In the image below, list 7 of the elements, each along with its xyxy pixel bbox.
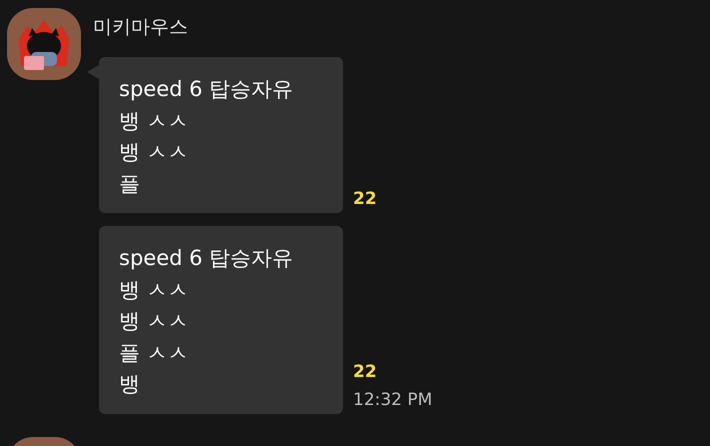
character-avatar-icon bbox=[7, 8, 81, 80]
sender-name: 미키마우스 bbox=[93, 15, 189, 40]
unread-count: 22 bbox=[353, 188, 377, 211]
message-bubble: speed 6 탑승자유 뱅 ㅅㅅ 뱅 ㅅㅅ 플 ㅅㅅ 뱅 bbox=[99, 226, 343, 414]
unread-count: 22 bbox=[353, 360, 378, 384]
message-time: 12:32 PM bbox=[353, 388, 432, 412]
bubble-tail bbox=[87, 65, 99, 79]
